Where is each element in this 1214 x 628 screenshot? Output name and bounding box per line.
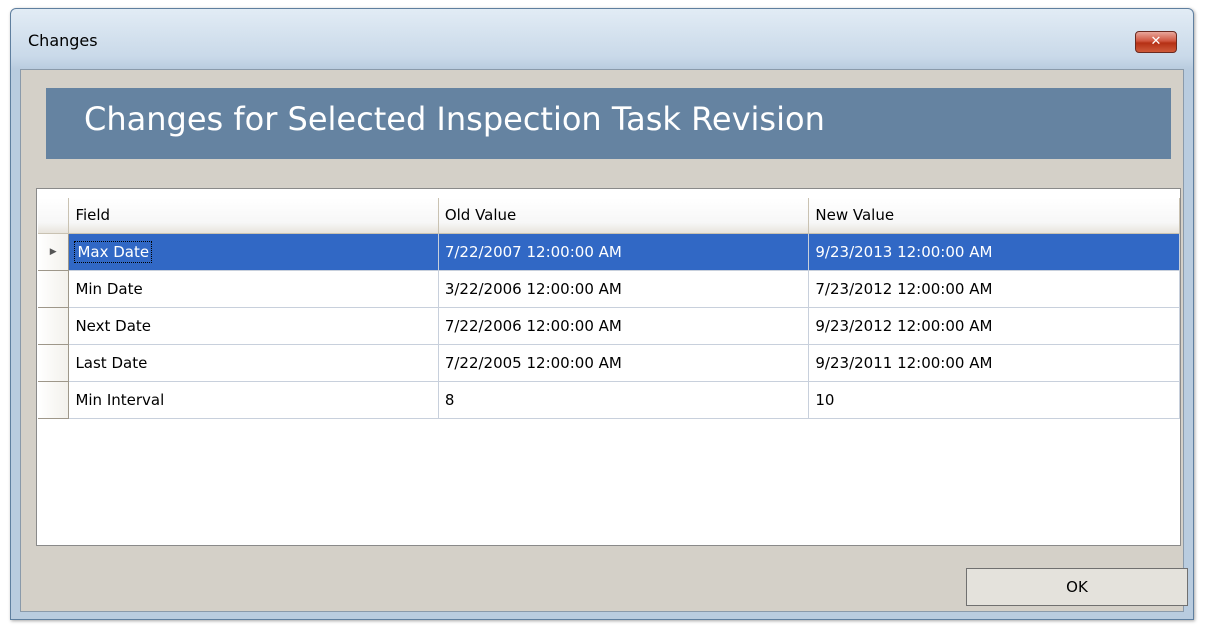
close-button[interactable]: ✕ [1135, 31, 1177, 53]
column-header-old-value[interactable]: Old Value [438, 198, 810, 234]
column-header-field[interactable]: Field [68, 198, 439, 234]
header-banner: Changes for Selected Inspection Task Rev… [46, 88, 1171, 159]
cell-field[interactable]: Min Date [68, 270, 439, 308]
window-title: Changes [28, 31, 98, 50]
cell-old-value[interactable]: 7/22/2007 12:00:00 AM [438, 233, 810, 271]
header-row: Field Old Value New Value [38, 198, 1180, 234]
cell-new-value[interactable]: 9/23/2011 12:00:00 AM [808, 344, 1180, 382]
cell-old-value[interactable]: 8 [438, 381, 810, 419]
cell-new-value[interactable]: 9/23/2013 12:00:00 AM [808, 233, 1180, 271]
table-row[interactable]: Min Date 3/22/2006 12:00:00 AM 7/23/2012… [38, 270, 1180, 308]
banner-title: Changes for Selected Inspection Task Rev… [84, 100, 825, 138]
table-row[interactable]: ▶ Max Date 7/22/2007 12:00:00 AM 9/23/20… [38, 233, 1180, 271]
row-selector-header [38, 198, 70, 234]
changes-grid[interactable]: Field Old Value New Value ▶ Max Date 7/2… [36, 188, 1181, 546]
cell-field[interactable]: Last Date [68, 344, 439, 382]
cell-field[interactable]: Next Date [68, 307, 439, 345]
cell-field[interactable]: Min Interval [68, 381, 439, 419]
dialog-content: Changes for Selected Inspection Task Rev… [20, 69, 1188, 612]
row-selector[interactable] [38, 270, 70, 308]
row-selector[interactable] [38, 381, 70, 419]
cell-old-value[interactable]: 7/22/2005 12:00:00 AM [438, 344, 810, 382]
row-selector[interactable] [38, 307, 70, 345]
cell-old-value[interactable]: 7/22/2006 12:00:00 AM [438, 307, 810, 345]
cell-new-value[interactable]: 7/23/2012 12:00:00 AM [808, 270, 1180, 308]
title-bar[interactable]: Changes ✕ [11, 9, 1193, 69]
cell-new-value[interactable]: 9/23/2012 12:00:00 AM [808, 307, 1180, 345]
row-indicator-icon: ▶ [49, 246, 57, 257]
cell-old-value[interactable]: 3/22/2006 12:00:00 AM [438, 270, 810, 308]
row-selector[interactable]: ▶ [38, 233, 70, 271]
row-selector[interactable] [38, 344, 70, 382]
table-row[interactable]: Min Interval 8 10 [38, 381, 1180, 419]
cell-field-text: Max Date [74, 240, 153, 263]
cell-new-value[interactable]: 10 [808, 381, 1180, 419]
table-row[interactable]: Last Date 7/22/2005 12:00:00 AM 9/23/201… [38, 344, 1180, 382]
close-icon: ✕ [1150, 34, 1162, 49]
changes-dialog: Changes ✕ Changes for Selected Inspectio… [10, 8, 1194, 620]
table-row[interactable]: Next Date 7/22/2006 12:00:00 AM 9/23/201… [38, 307, 1180, 345]
ok-button[interactable]: OK [966, 568, 1188, 606]
changes-table: Field Old Value New Value ▶ Max Date 7/2… [38, 198, 1180, 419]
cell-field[interactable]: Max Date [68, 233, 439, 271]
column-header-new-value[interactable]: New Value [808, 198, 1180, 234]
